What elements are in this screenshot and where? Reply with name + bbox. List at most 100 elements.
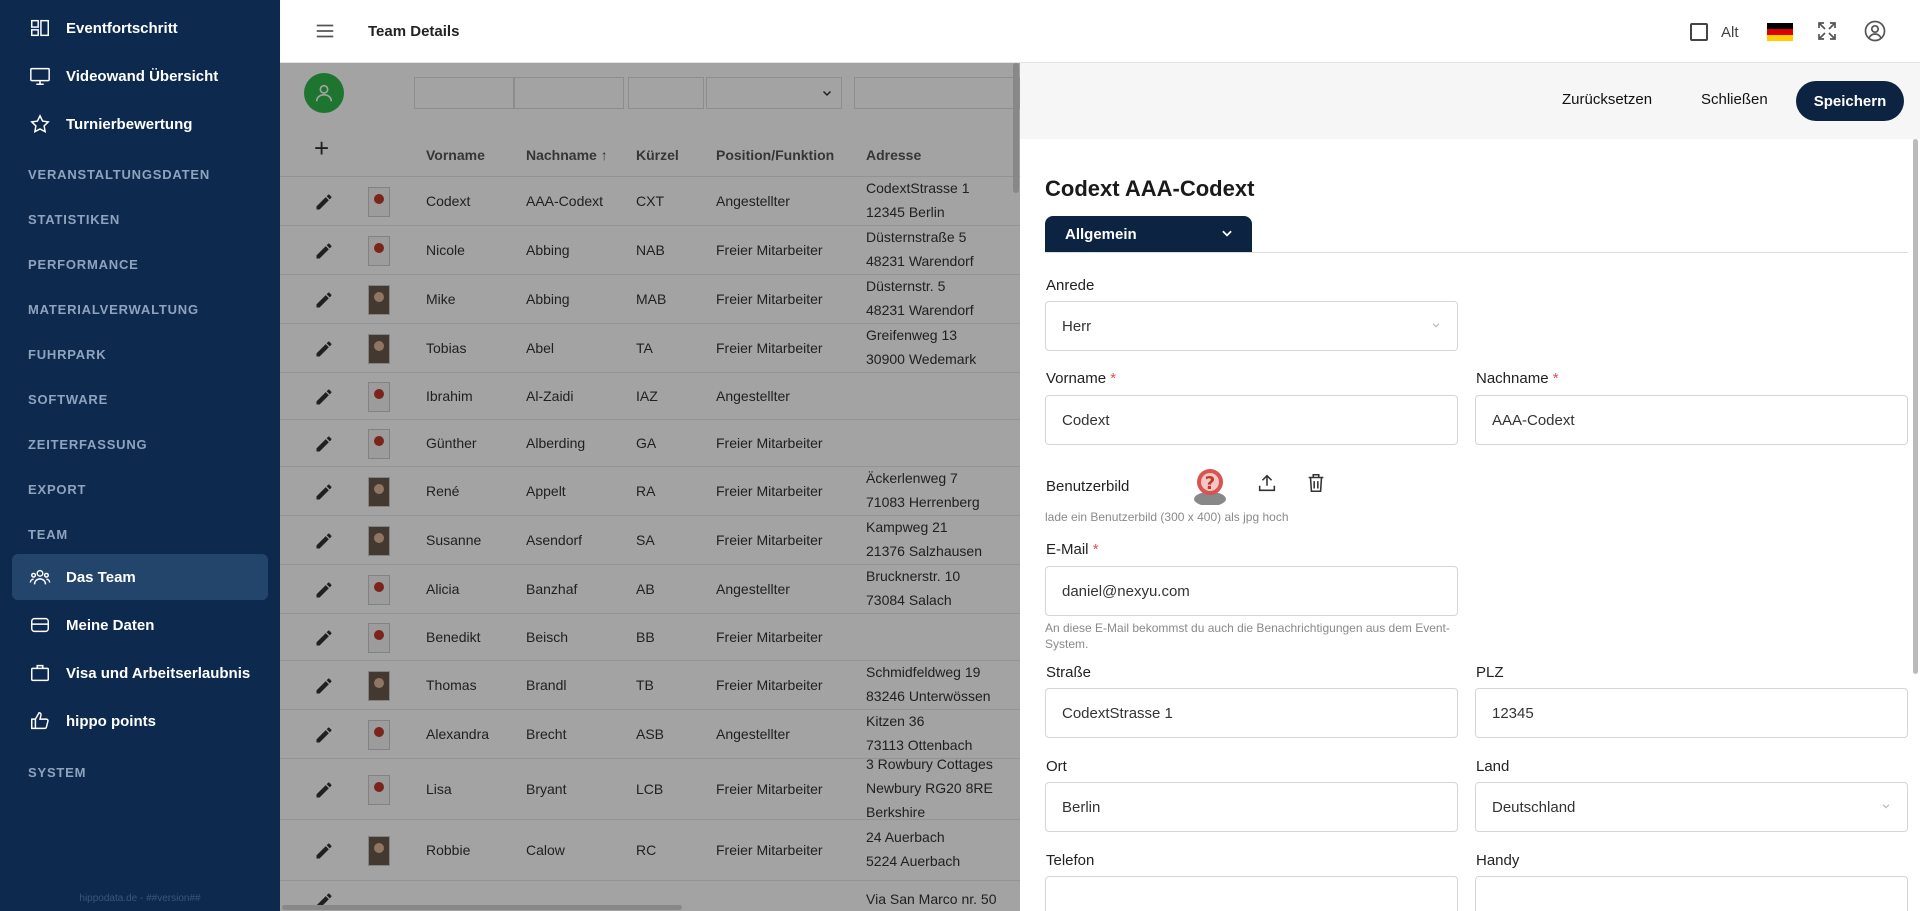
sidebar-item-eventfortschritt[interactable]: Eventfortschritt (0, 5, 280, 51)
filter-position-select[interactable] (706, 77, 842, 109)
alt-checkbox[interactable] (1690, 23, 1708, 41)
sidebar-section-statistiken[interactable]: STATISTIKEN (28, 212, 120, 227)
cell-adresse: 73113 Ottenbach (866, 737, 973, 753)
add-member-button[interactable]: + (314, 135, 329, 161)
table-row[interactable]: Ibrahim Al-Zaidi IAZ Angestellter (280, 373, 1020, 420)
person-title: Codext AAA-Codext (1045, 176, 1255, 201)
sidebar-section-veranstaltungsdaten[interactable]: VERANSTALTUNGSDATEN (28, 167, 210, 182)
sidebar-item-visa[interactable]: Visa und Arbeitserlaubnis (0, 650, 280, 696)
table-row[interactable]: Alicia Banzhaf AB Angestellter Brucknerstr. … (280, 565, 1020, 614)
filter-nachname-input[interactable] (514, 77, 624, 109)
handy-input[interactable] (1475, 876, 1908, 911)
sidebar-item-videowand[interactable]: Videowand Übersicht (0, 53, 280, 99)
sidebar-item-das-team[interactable]: Das Team (12, 554, 268, 600)
table-horizontal-scrollbar[interactable] (282, 905, 682, 910)
table-row[interactable]: Tobias Abel TA Freier Mitarbeiter Greifenweg… (280, 324, 1020, 373)
table-vertical-scrollbar[interactable] (1013, 63, 1019, 193)
anrede-select[interactable]: Herr (1045, 301, 1458, 351)
edit-pencil-icon[interactable] (314, 387, 334, 407)
tab-allgemein-dropdown[interactable]: Allgemein (1045, 216, 1252, 253)
edit-pencil-icon[interactable] (314, 290, 334, 310)
telefon-input[interactable] (1045, 876, 1458, 911)
sidebar-section-zeiterfassung[interactable]: ZEITERFASSUNG (28, 437, 147, 452)
edit-pencil-icon[interactable] (314, 241, 334, 261)
cell-kuerzel: NAB (636, 242, 665, 258)
table-row[interactable]: Susanne Asendorf SA Freier Mitarbeiter Kampw… (280, 516, 1020, 565)
cell-nachname: Alberding (526, 435, 586, 451)
cell-kuerzel: RC (636, 842, 657, 858)
column-header-nachname[interactable]: Nachname ↑ (526, 147, 608, 163)
cell-position: Freier Mitarbeiter (716, 781, 823, 797)
required-mark: * (1110, 370, 1117, 387)
edit-pencil-icon[interactable] (314, 339, 334, 359)
sidebar-section-export[interactable]: EXPORT (28, 482, 86, 497)
edit-pencil-icon[interactable] (314, 434, 334, 454)
edit-pencil-icon[interactable] (314, 725, 334, 745)
sidebar-item-label: Meine Daten (66, 616, 155, 634)
sidebar-item-turnierbewertung[interactable]: Turnierbewertung (0, 101, 280, 147)
label-text: E-Mail (1046, 541, 1089, 558)
fullscreen-icon[interactable] (1815, 19, 1839, 43)
edit-pencil-icon[interactable] (314, 780, 334, 800)
edit-pencil-icon[interactable] (314, 580, 334, 600)
table-row[interactable]: Thomas Brandl TB Freier Mitarbeiter Schmidfe… (280, 661, 1020, 710)
telefon-label: Telefon (1046, 852, 1095, 869)
sidebar-section-software[interactable]: SOFTWARE (28, 392, 108, 407)
table-row[interactable]: Benedikt Beisch BB Freier Mitarbeiter (280, 614, 1020, 661)
table-row[interactable]: Alexandra Brecht ASB Angestellter Kitzen 36 7… (280, 710, 1020, 759)
table-row[interactable]: René Appelt RA Freier Mitarbeiter Äckerlenwe… (280, 467, 1020, 516)
filter-adresse-input[interactable] (854, 77, 1020, 109)
hamburger-menu-icon[interactable] (314, 20, 336, 42)
sidebar-section-performance[interactable]: PERFORMANCE (28, 257, 139, 272)
vorname-input[interactable]: Codext (1045, 395, 1458, 445)
cell-position: Angestellter (716, 193, 790, 209)
land-select[interactable]: Deutschland (1475, 782, 1908, 832)
panel-scrollbar[interactable] (1913, 139, 1918, 674)
ort-label: Ort (1046, 758, 1067, 775)
sidebar-section-system[interactable]: SYSTEM (28, 765, 86, 780)
table-row[interactable]: Codext AAA-Codext CXT Angestellter CodextStr… (280, 177, 1020, 226)
table-row[interactable]: Robbie Calow RC Freier Mitarbeiter 24 Auerba… (280, 820, 1020, 881)
cell-position: Freier Mitarbeiter (716, 483, 823, 499)
close-button[interactable]: Schließen (1701, 91, 1768, 108)
edit-pencil-icon[interactable] (314, 841, 334, 861)
required-mark: * (1092, 541, 1099, 558)
sidebar-section-materialverwaltung[interactable]: MATERIALVERWALTUNG (28, 302, 199, 317)
column-header-position[interactable]: Position/Funktion (716, 147, 834, 163)
reset-button[interactable]: Zurücksetzen (1562, 91, 1652, 108)
save-button[interactable]: Speichern (1796, 81, 1904, 121)
chevron-down-icon (1432, 323, 1440, 328)
edit-pencil-icon[interactable] (314, 482, 334, 502)
ort-input[interactable]: Berlin (1045, 782, 1458, 832)
edit-pencil-icon[interactable] (314, 192, 334, 212)
table-row[interactable]: Lisa Bryant LCB Freier Mitarbeiter 3 Rowbury… (280, 756, 1020, 820)
trash-icon[interactable] (1305, 472, 1327, 494)
edit-pencil-icon[interactable] (314, 676, 334, 696)
sidebar-item-meine-daten[interactable]: Meine Daten (0, 602, 280, 648)
table-row[interactable]: Mike Abbing MAB Freier Mitarbeiter Düsternst… (280, 275, 1020, 324)
sidebar-item-hippo-points[interactable]: hippo points (0, 698, 280, 744)
column-header-vorname[interactable]: Vorname (426, 147, 485, 163)
strasse-input[interactable]: CodextStrasse 1 (1045, 688, 1458, 738)
edit-pencil-icon[interactable] (314, 531, 334, 551)
database-icon (28, 613, 52, 637)
column-header-adresse[interactable]: Adresse (866, 147, 921, 163)
cell-vorname: Thomas (426, 677, 477, 693)
sidebar-section-team[interactable]: TEAM (28, 527, 68, 542)
sidebar-section-fuhrpark[interactable]: FUHRPARK (28, 347, 106, 362)
user-avatar-icon[interactable] (304, 73, 344, 113)
upload-icon[interactable] (1256, 472, 1278, 494)
user-account-icon[interactable] (1863, 19, 1887, 43)
german-flag-icon[interactable] (1767, 23, 1793, 41)
team-icon (28, 565, 52, 589)
filter-kuerzel-input[interactable] (628, 77, 704, 109)
email-input[interactable]: daniel@nexyu.com (1045, 566, 1458, 616)
column-header-kuerzel[interactable]: Kürzel (636, 147, 679, 163)
table-row[interactable]: Günther Alberding GA Freier Mitarbeiter (280, 420, 1020, 467)
filter-vorname-input[interactable] (414, 77, 514, 109)
nachname-input[interactable]: AAA-Codext (1475, 395, 1908, 445)
plz-input[interactable]: 12345 (1475, 688, 1908, 738)
sidebar-item-label: Eventfortschritt (66, 19, 178, 37)
edit-pencil-icon[interactable] (314, 628, 334, 648)
table-row[interactable]: Nicole Abbing NAB Freier Mitarbeiter Düstern… (280, 226, 1020, 275)
